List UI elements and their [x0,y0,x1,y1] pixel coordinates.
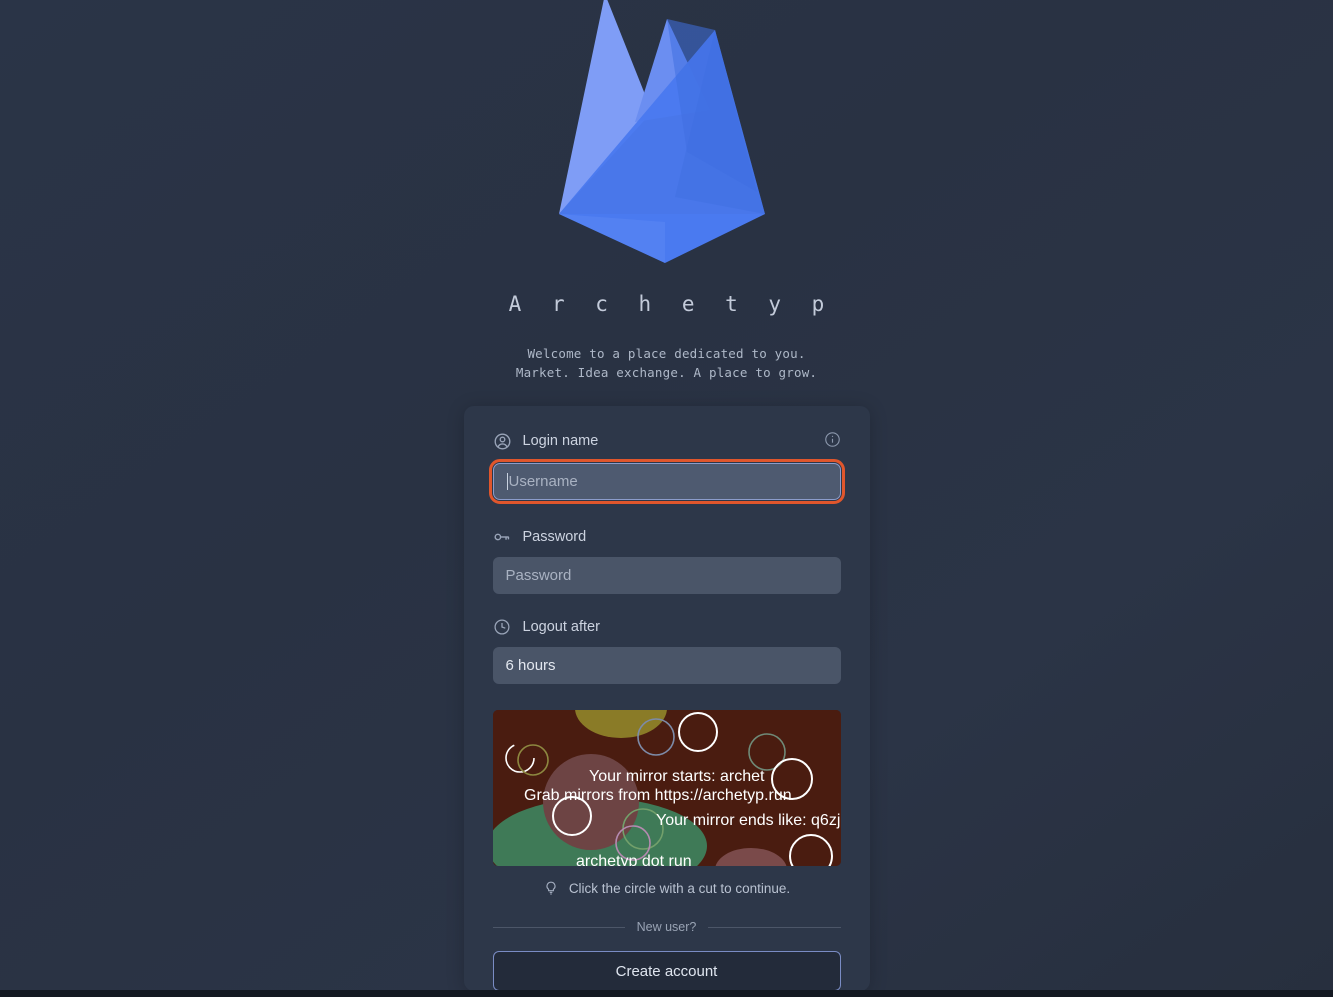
login-page: A r c h e t y p Welcome to a place dedic… [0,0,1333,997]
new-user-divider: New user? [492,920,841,934]
captcha-text-line-3: Your mirror ends like: q6zjid [656,812,841,829]
divider-line-right [708,926,841,928]
lightbulb-icon [543,880,559,896]
login-name-input[interactable]: Username [488,459,845,504]
logout-after-value: 6 hours [505,657,556,674]
captcha-hint: Click the circle with a cut to continue. [493,880,841,896]
captcha-text-line-1: Your mirror starts: archet [589,768,765,785]
page-tagline: Welcome to a place dedicated to you. Mar… [0,344,1333,382]
login-card: Login name Username Password Password Lo… [463,406,870,991]
clock-icon [493,618,512,637]
tagline-line-1: Welcome to a place dedicated to you. [527,346,806,361]
password-label-row: Password [493,526,841,548]
page-title: A r c h e t y p [508,292,834,316]
password-input[interactable]: Password [492,557,841,594]
logout-after-label: Logout after [522,619,600,635]
divider-label: New user? [636,920,697,934]
captcha-hint-text: Click the circle with a cut to continue. [568,880,791,896]
login-name-label: Login name [522,433,599,449]
key-icon [493,528,512,547]
logout-after-label-row: Logout after [493,616,841,638]
create-account-button[interactable]: Create account [492,951,841,991]
captcha-image[interactable]: Your mirror starts: archet Grab mirrors … [492,710,841,866]
text-caret [506,473,508,490]
user-circle-icon [493,432,512,451]
captcha-text-line-2: Grab mirrors from https://archetyp.run [524,787,792,804]
archetyp-logo [547,0,787,277]
divider-line-left [492,926,625,928]
page-bottom-strip [0,990,1333,997]
logout-after-select[interactable]: 6 hours [492,647,841,684]
tagline-line-2: Market. Idea exchange. A place to grow. [515,365,818,380]
login-name-placeholder: Username [508,473,578,490]
captcha-text-line-4: archetyp dot run [576,853,692,866]
password-label: Password [522,529,587,545]
logo-shape-bottom-light [558,214,665,263]
login-name-label-row: Login name [493,430,841,452]
password-placeholder: Password [505,567,572,584]
info-circle-icon[interactable] [824,431,841,448]
